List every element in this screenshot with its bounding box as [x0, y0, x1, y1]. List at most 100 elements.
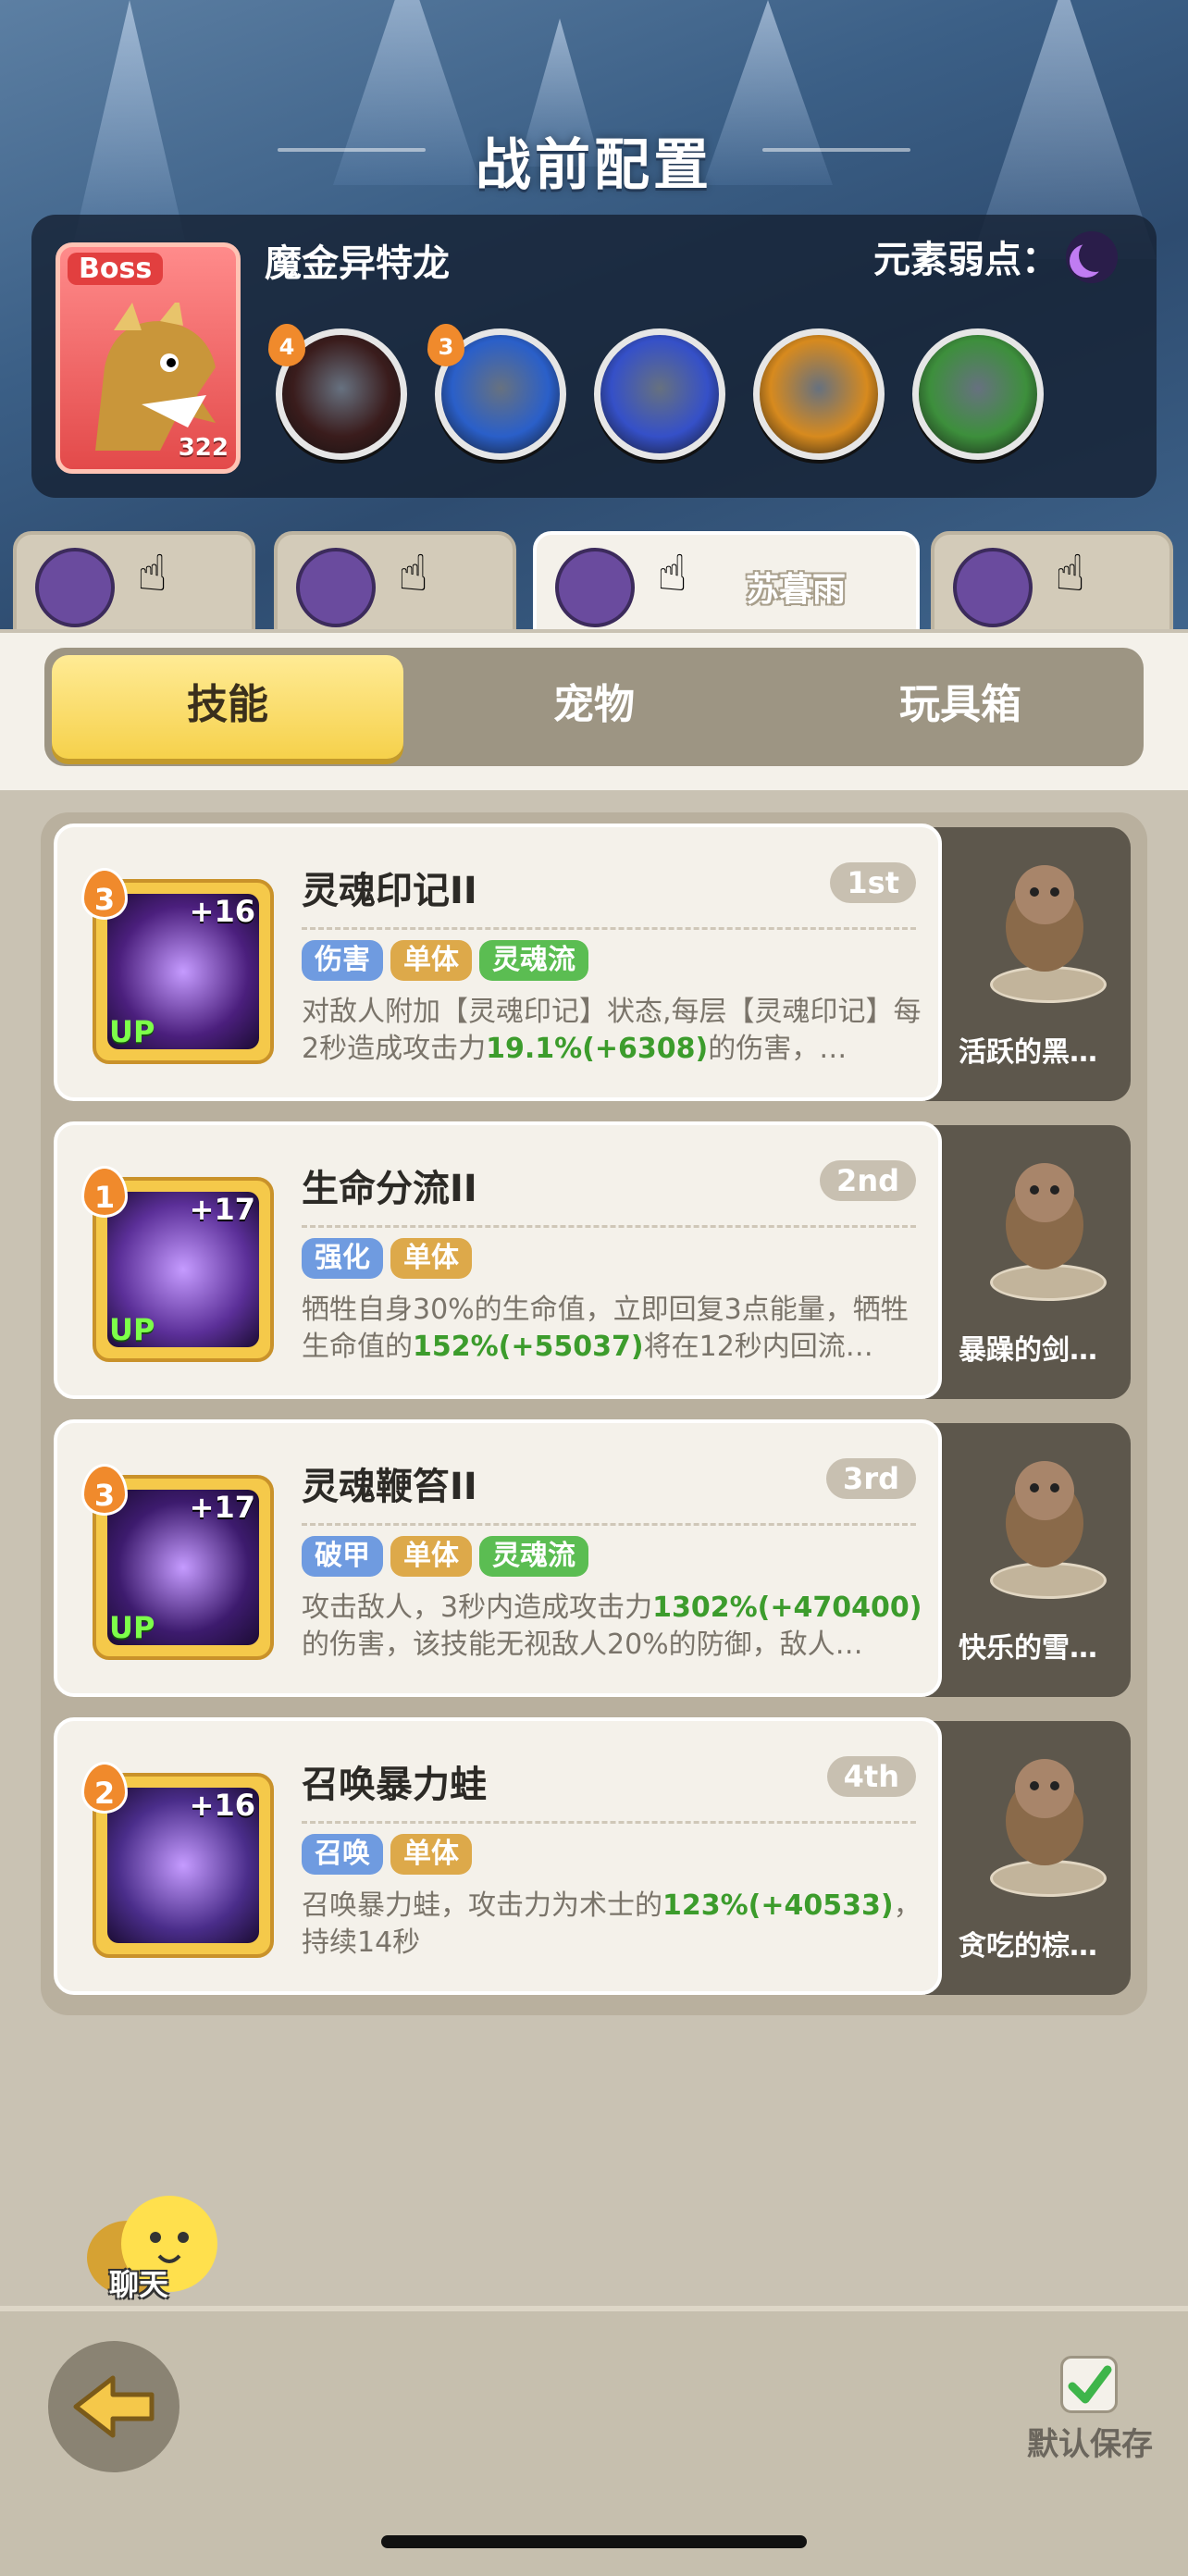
back-arrow-icon	[73, 2375, 155, 2438]
skill-tags: 伤害 单体 灵魂流	[302, 940, 596, 981]
spiked-crown-icon[interactable]	[753, 328, 885, 460]
skill-card[interactable]: +16 UP 3 灵魂印记II 1st 伤害 单体 灵魂流 对敌人附加【灵魂印记】状态,每层【灵…	[54, 824, 942, 1101]
divider	[302, 1225, 916, 1228]
desc-highlight: 1302%(+470400)	[652, 1591, 922, 1624]
dino-pet-icon	[984, 1449, 1114, 1588]
skill-level-badge: 2	[81, 1762, 128, 1814]
tab-skills[interactable]: 技能	[52, 655, 403, 759]
tap-hand-icon: ☝	[398, 544, 428, 602]
divider	[302, 1821, 916, 1824]
lightning-bolt-icon[interactable]	[594, 328, 725, 460]
desc-text: 攻击敌人，3秒内造成攻击力	[302, 1591, 653, 1624]
boss-level: 322	[178, 434, 229, 462]
skill-tag: 灵魂流	[479, 1536, 588, 1577]
pet-name: 活跃的黑…	[959, 1036, 1097, 1069]
skill-card[interactable]: +17 UP 1 生命分流II 2nd 强化 单体牺牲自身30%的生命值，立即回复3点能量，…	[54, 1121, 942, 1399]
skill-description: 召唤暴力蛙，攻击力为术士的123%(+40533)，持续14秒	[302, 1888, 923, 1962]
boss-portrait[interactable]: Boss 322	[56, 242, 241, 474]
skill-level-badge: 3	[81, 868, 128, 920]
desc-text: 的伤害，该技能无视敌人20%的防御，敌人…	[302, 1629, 863, 1661]
hero-tab-3[interactable]: ☝ 苏暮雨	[533, 531, 920, 633]
boss-tag: Boss	[68, 253, 164, 285]
boar-pet-icon	[984, 853, 1114, 992]
skill-level-badge: 1	[81, 1166, 128, 1218]
skill-tags: 召唤 单体	[302, 1834, 479, 1875]
desc-highlight: 19.1%(+6308)	[486, 1033, 709, 1065]
hero-tab-4[interactable]: ☝	[931, 531, 1173, 633]
divider	[302, 927, 916, 930]
skill-name: 灵魂鞭笞II	[302, 1466, 477, 1508]
skill-tag: 单体	[390, 1238, 472, 1279]
skill-tag: 单体	[390, 1536, 472, 1577]
hero-avatar	[296, 548, 376, 627]
skill-description: 对敌人附加【灵魂印记】状态,每层【灵魂印记】每2秒造成攻击力19.1%(+630…	[302, 994, 923, 1068]
check-icon	[1068, 2365, 1112, 2404]
skill-rank-badge: 1st	[830, 862, 916, 903]
hero-name: 苏暮雨	[746, 571, 847, 609]
pet-slot[interactable]: 贪吃的棕…	[925, 1721, 1131, 1995]
divider	[302, 1523, 916, 1526]
pet-slot[interactable]: 快乐的雪…	[925, 1423, 1131, 1697]
skill-bonus: +16	[189, 1788, 255, 1823]
bee-bear-pet-icon	[984, 1747, 1114, 1886]
skill-tag: 伤害	[302, 940, 383, 981]
desc-text: 将在12秒内回流…	[643, 1331, 873, 1363]
skill-tag: 破甲	[302, 1536, 383, 1577]
desc-highlight: 152%(+55037)	[413, 1331, 644, 1363]
skill-description: 牺牲自身30%的生命值，立即回复3点能量，牺牲生命值的152%(+55037)将…	[302, 1292, 923, 1366]
boss-name: 魔金异特龙	[265, 242, 450, 285]
hero-avatar	[555, 548, 635, 627]
pet-name: 快乐的雪…	[959, 1632, 1097, 1665]
hero-avatar	[35, 548, 115, 627]
skill-tag: 召唤	[302, 1834, 383, 1875]
desc-text: 召唤暴力蛙，攻击力为术士的	[302, 1889, 662, 1922]
slime-icon[interactable]	[912, 328, 1044, 460]
default-save-checkbox[interactable]	[1060, 2356, 1118, 2413]
pet-slot[interactable]: 暴躁的剑…	[925, 1125, 1131, 1399]
upgrade-indicator: UP	[109, 1312, 155, 1347]
boss-skill-level-badge: 3	[427, 324, 464, 366]
skill-tag: 单体	[390, 1834, 472, 1875]
category-tabs: 技能 宠物 玩具箱	[44, 648, 1144, 766]
skill-card[interactable]: +17 UP 3 灵魂鞭笞II 3rd 破甲 单体 灵魂流 攻击敌人，3秒内造成攻击力1302%…	[54, 1419, 942, 1697]
skill-tags: 强化 单体	[302, 1238, 479, 1279]
pet-name: 暴躁的剑…	[959, 1334, 1097, 1367]
moon-icon[interactable]	[1066, 231, 1118, 283]
skill-rank-badge: 2nd	[820, 1160, 916, 1201]
skill-card[interactable]: +16 2 召唤暴力蛙 4th 召唤 单体召唤暴力蛙，攻击力为术士的123%(+40533…	[54, 1717, 942, 1995]
upgrade-indicator: UP	[109, 1014, 155, 1049]
tab-pets[interactable]: 宠物	[411, 648, 777, 766]
skill-tag: 单体	[390, 940, 472, 981]
skill-tags: 破甲 单体 灵魂流	[302, 1536, 596, 1577]
skill-name: 灵魂印记II	[302, 870, 477, 912]
desc-highlight: 123%(+40533)	[662, 1889, 894, 1922]
desc-text: 的伤害，…	[708, 1033, 848, 1065]
skill-description: 攻击敌人，3秒内造成攻击力1302%(+470400) 的伤害，该技能无视敌人20…	[302, 1590, 923, 1664]
tap-hand-icon: ☝	[137, 544, 167, 602]
skill-name: 召唤暴力蛙	[302, 1764, 487, 1806]
chat-label[interactable]: 聊天	[109, 2261, 168, 2304]
hero-tab-1[interactable]: ☝	[13, 531, 255, 633]
back-button[interactable]	[48, 2341, 179, 2472]
page-title: 战前配置	[476, 133, 712, 198]
skill-rank-badge: 4th	[826, 1756, 916, 1797]
pet-name: 贪吃的棕…	[959, 1930, 1097, 1963]
skill-level-badge: 3	[81, 1464, 128, 1516]
tab-toybox[interactable]: 玩具箱	[777, 648, 1144, 766]
skill-bonus: +17	[189, 1192, 255, 1227]
tap-hand-icon: ☝	[1055, 544, 1085, 602]
element-weakness-label: 元素弱点：	[873, 239, 1058, 281]
skill-bonus: +17	[189, 1490, 255, 1525]
skill-name: 生命分流II	[302, 1168, 477, 1210]
hero-avatar	[953, 548, 1033, 627]
tap-hand-icon: ☝	[657, 544, 687, 602]
cat-pet-icon	[984, 1151, 1114, 1290]
skill-tag: 强化	[302, 1238, 383, 1279]
pet-slot[interactable]: 活跃的黑…	[925, 827, 1131, 1101]
home-indicator[interactable]	[381, 2535, 807, 2548]
hero-tab-2[interactable]: ☝	[274, 531, 516, 633]
skill-tag: 灵魂流	[479, 940, 588, 981]
skill-rank-badge: 3rd	[826, 1458, 916, 1499]
default-save-label[interactable]: 默认保存	[1027, 2419, 1153, 2464]
boss-skill-level-badge: 4	[268, 324, 305, 366]
